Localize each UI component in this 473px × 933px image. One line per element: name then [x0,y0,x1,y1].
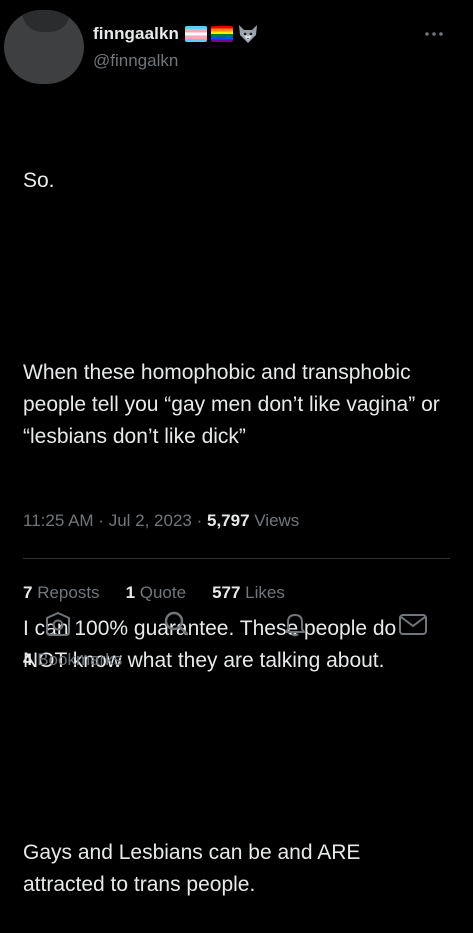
post-stats: 7 Reposts 1 Quote 577 Likes [23,583,311,603]
transgender-flag-icon [185,26,208,42]
repost-icon [164,611,189,636]
like-icon [285,614,305,637]
wolf-icon [237,24,259,44]
author-handle[interactable]: @finngalkn [93,51,178,71]
like-button[interactable] [278,606,312,642]
more-options-icon[interactable] [420,24,448,44]
post-header: finngaalkn @finngalkn [0,0,473,84]
meta-separator: · [191,511,207,530]
repost-button[interactable] [159,606,193,642]
reply-icon [46,612,70,636]
likes-label: Likes [240,583,285,602]
views-label: Views [249,511,300,530]
views-count: 5,797 [206,511,250,530]
author-name-row[interactable]: finngaalkn [93,23,259,45]
post-paragraph: Gays and Lesbians can be and ARE attract… [23,841,367,896]
post-meta: 11:25 AM · Jul 2, 2023 · 5,797 Views [23,511,299,531]
likes-stat[interactable]: 577 Likes [212,583,285,603]
action-bar [0,606,473,646]
divider [23,558,450,559]
likes-count: 577 [212,583,241,602]
bookmark-button[interactable] [396,606,430,642]
post-time[interactable]: 11:25 AM [23,511,94,530]
post-paragraph: When these homophobic and transphobic pe… [23,361,446,448]
bookmarks-stat[interactable]: 4 Bookmarks [23,650,122,670]
author-display-name[interactable]: finngaalkn [93,24,179,44]
post-date[interactable]: Jul 2, 2023 [109,511,192,530]
bookmark-icon [399,614,427,635]
reply-button[interactable] [41,606,75,642]
rainbow-flag-icon [211,26,234,42]
quotes-count: 1 [125,583,136,602]
quotes-stat[interactable]: 1 Quote [126,583,187,603]
avatar[interactable] [4,10,84,84]
bookmarks-label: Bookmarks [32,650,123,669]
meta-separator: · [93,511,109,530]
reposts-stat[interactable]: 7 Reposts [23,583,100,603]
reposts-label: Reposts [32,583,100,602]
quotes-label: Quote [135,583,187,602]
post-paragraph: So. [23,169,55,192]
